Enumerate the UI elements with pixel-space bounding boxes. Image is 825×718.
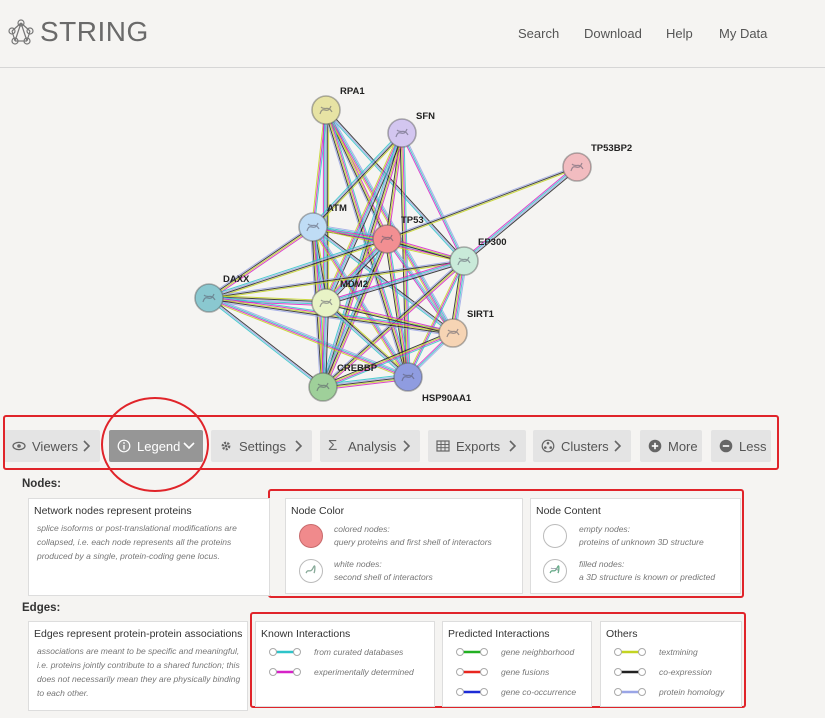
edge-evidence-line <box>401 132 465 262</box>
textmining-label: textmining <box>659 647 698 657</box>
edges-description-box: Edges represent protein-protein associat… <box>28 621 248 711</box>
edge-evidence-line <box>386 166 578 240</box>
edge-evidence-line <box>311 109 326 227</box>
co-expression-label: co-expression <box>659 667 712 677</box>
protein-homology-label: protein homology <box>659 687 725 697</box>
node-sirt1[interactable]: SIRT1 <box>438 309 495 348</box>
filled-nodes-desc: a 3D structure is known or predicted <box>579 572 716 582</box>
edges-section-title: Edges: <box>22 602 61 614</box>
edges-description-title: Edges represent protein-protein associat… <box>34 628 243 640</box>
edges-description-text: associations are meant to be specific an… <box>37 646 241 698</box>
protein-structure-icon <box>549 565 560 574</box>
edge-evidence-line <box>208 297 324 388</box>
edge-evidence-line <box>312 109 327 228</box>
legend-highlight-circle <box>101 397 209 492</box>
edge-evidence-line <box>313 110 328 228</box>
edge-SFN-EP300[interactable] <box>400 132 466 262</box>
colored-nodes-label: colored nodes: <box>334 524 390 534</box>
edge-sample-icon <box>456 668 488 676</box>
white-nodes-label: white nodes: <box>334 559 382 569</box>
white-nodes-desc: second shell of interactors <box>334 572 433 582</box>
node-sfn[interactable]: SFN <box>387 111 435 148</box>
edge-sample-icon <box>269 648 301 656</box>
experimentally-determined-label: experimentally determined <box>314 667 414 677</box>
node-rpa1[interactable]: RPA1 <box>311 86 365 125</box>
empty-nodes-label: empty nodes: <box>579 524 631 534</box>
edge-TP53BP2-TP53[interactable] <box>386 165 578 241</box>
edge-evidence-line <box>209 227 314 299</box>
gene-fusions-label: gene fusions <box>501 667 550 677</box>
node-color-box: Node Color colored nodes: query proteins… <box>285 498 523 594</box>
predicted-interactions-title: Predicted Interactions <box>448 628 550 640</box>
node-label: ATM <box>327 203 347 214</box>
node-label: EP300 <box>478 237 507 248</box>
node-label: CREBBP <box>337 363 378 374</box>
predicted-interactions-box: Predicted Interactions gene neighborhood… <box>442 621 592 707</box>
edge-sample-icon <box>614 668 646 676</box>
node-content-box: Node Content empty nodes: proteins of un… <box>530 498 741 594</box>
nodes-description-text: splice isoforms or post-translational mo… <box>37 523 237 561</box>
string-logo-icon <box>8 19 34 45</box>
nodes-description-title: Network nodes represent proteins <box>34 505 192 517</box>
edge-evidence-line <box>386 165 577 239</box>
edge-evidence-line <box>402 132 466 261</box>
node-color-title: Node Color <box>291 505 345 517</box>
edge-sample-icon <box>269 668 301 676</box>
nav-help-link[interactable]: Help <box>666 26 693 41</box>
colored-nodes-desc: query proteins and first shell of intera… <box>334 537 492 547</box>
edge-evidence-line <box>400 133 464 262</box>
node-label: MDM2 <box>340 279 368 290</box>
string-app: STRING Search Download Help My Data RPA1… <box>0 0 825 718</box>
edge-sample-icon <box>614 688 646 696</box>
node-ep300[interactable]: EP300 <box>449 237 507 276</box>
edge-evidence-line <box>323 131 401 303</box>
protein-structure-icon <box>305 565 316 574</box>
node-label: SFN <box>416 111 435 122</box>
others-title: Others <box>606 628 638 640</box>
edge-sample-icon <box>614 648 646 656</box>
node-label: HSP90AA1 <box>422 393 472 404</box>
filled-node-sample <box>543 559 567 583</box>
node-label: TP53BP2 <box>591 143 632 154</box>
nav-download-link[interactable]: Download <box>584 26 642 41</box>
curated-databases-label: from curated databases <box>314 647 404 657</box>
node-label: DAXX <box>223 274 250 285</box>
nodes-description-box: Network nodes represent proteins splice … <box>28 498 270 596</box>
top-header: STRING Search Download Help My Data <box>0 0 825 68</box>
empty-nodes-desc: proteins of unknown 3D structure <box>579 537 704 547</box>
empty-node-sample <box>543 524 567 548</box>
gene-cooccurrence-label: gene co-occurrence <box>501 687 577 697</box>
node-label: TP53 <box>401 215 424 226</box>
edge-sample-icon <box>456 688 488 696</box>
known-interactions-box: Known Interactions from curated database… <box>255 621 435 707</box>
edge-evidence-line <box>207 298 323 389</box>
nav-search-link[interactable]: Search <box>518 26 559 41</box>
known-interactions-title: Known Interactions <box>261 628 351 640</box>
node-content-title: Node Content <box>536 505 601 517</box>
protein-network[interactable]: RPA1 SFN TP53BP2 ATM TP53 EP300 DAXX MDM2 SIRT1 H… <box>0 70 825 410</box>
edge-evidence-line <box>464 168 579 263</box>
node-tp53bp2[interactable]: TP53BP2 <box>562 143 632 182</box>
colored-node-sample <box>299 524 323 548</box>
node-label: SIRT1 <box>467 309 495 320</box>
node-hsp90aa1[interactable]: HSP90AA1 <box>393 362 472 404</box>
others-box: Others textmining co-expression protein … <box>600 621 742 707</box>
logo-text: STRING <box>40 16 149 47</box>
edge-ATM-DAXX[interactable] <box>207 224 315 301</box>
edge-evidence-line <box>387 167 578 241</box>
edge-sample-icon <box>456 648 488 656</box>
node-label: RPA1 <box>340 86 365 97</box>
nodes-section-title: Nodes: <box>22 478 61 490</box>
filled-nodes-label: filled nodes: <box>579 559 625 569</box>
white-node-sample <box>299 559 323 583</box>
string-logo[interactable]: STRING <box>6 16 149 48</box>
gene-neighborhood-label: gene neighborhood <box>501 647 575 657</box>
nav-my-data-link[interactable]: My Data <box>719 26 767 41</box>
